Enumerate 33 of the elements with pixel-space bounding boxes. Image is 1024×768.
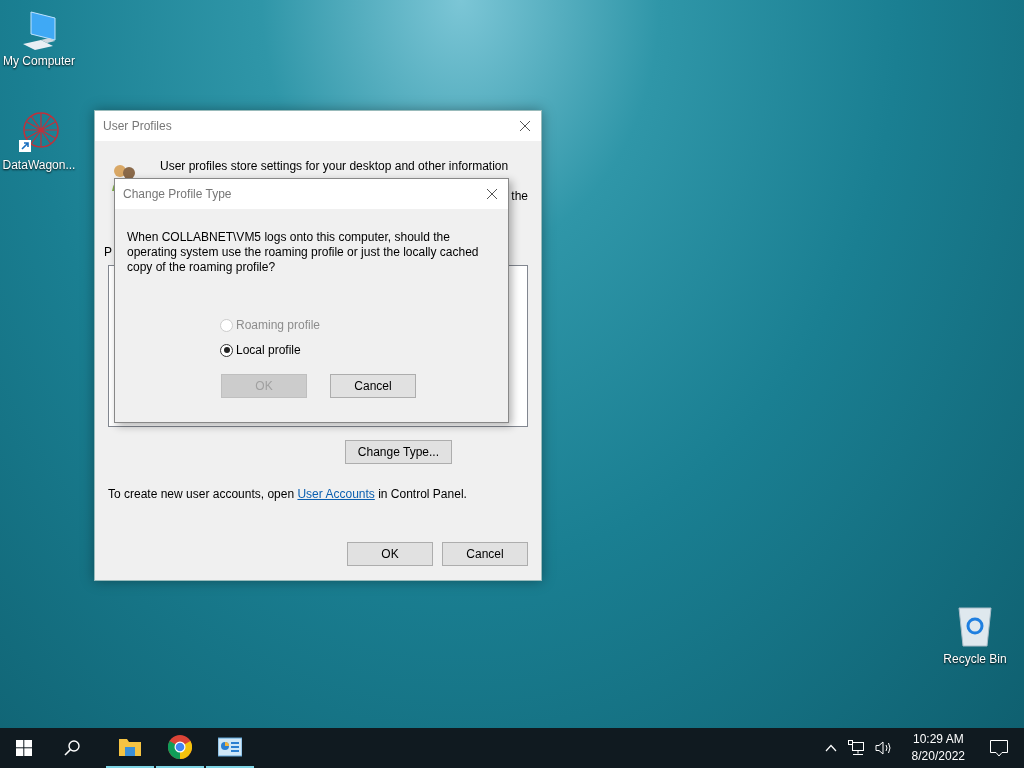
description-text: the xyxy=(511,189,528,203)
close-icon[interactable] xyxy=(519,120,531,132)
footer-text: To create new user accounts, open User Accounts in Control Panel. xyxy=(108,487,468,501)
network-graph-icon[interactable] xyxy=(17,110,61,154)
user-accounts-link[interactable]: User Accounts xyxy=(297,487,375,501)
network-icon[interactable] xyxy=(847,740,864,756)
clock[interactable]: 10:29 AM 8/20/2022 xyxy=(911,731,965,765)
question-text: When COLLABNET\VM5 logs onto this computer, should the operating system use the roaming profile or just the locally cached copy of the roaming profile? xyxy=(127,230,480,275)
ok-button[interactable]: OK xyxy=(347,542,433,566)
clock-date: 8/20/2022 xyxy=(911,748,965,765)
radio-button[interactable] xyxy=(220,343,233,357)
windows-logo-icon[interactable] xyxy=(16,740,32,756)
radio-label[interactable]: Local profile xyxy=(236,343,301,357)
search-icon[interactable] xyxy=(64,740,80,756)
clock-time: 10:29 AM xyxy=(912,731,964,748)
close-icon[interactable] xyxy=(486,188,498,200)
speaker-icon[interactable] xyxy=(874,740,893,756)
control-panel-icon xyxy=(218,737,242,757)
desktop-icon-label[interactable]: My Computer xyxy=(3,54,75,68)
notifications-icon[interactable] xyxy=(990,739,1008,757)
window-title: Change Profile Type xyxy=(123,187,232,201)
chevron-up-icon[interactable] xyxy=(824,744,837,752)
window-title: User Profiles xyxy=(103,119,172,133)
browser-icon xyxy=(168,735,192,759)
description-text: User profiles store settings for your desktop and other information xyxy=(160,159,510,173)
desktop-icon-label[interactable]: DataWagon... xyxy=(2,158,76,172)
change-type-button[interactable]: Change Type... xyxy=(344,440,452,464)
folder-icon xyxy=(119,737,141,757)
recycle-bin-icon[interactable] xyxy=(955,604,995,648)
desktop-icon-label[interactable]: Recycle Bin xyxy=(943,652,1007,666)
cancel-button[interactable]: Cancel xyxy=(330,374,416,398)
list-label: P xyxy=(104,245,112,259)
cancel-button[interactable]: Cancel xyxy=(442,542,528,566)
